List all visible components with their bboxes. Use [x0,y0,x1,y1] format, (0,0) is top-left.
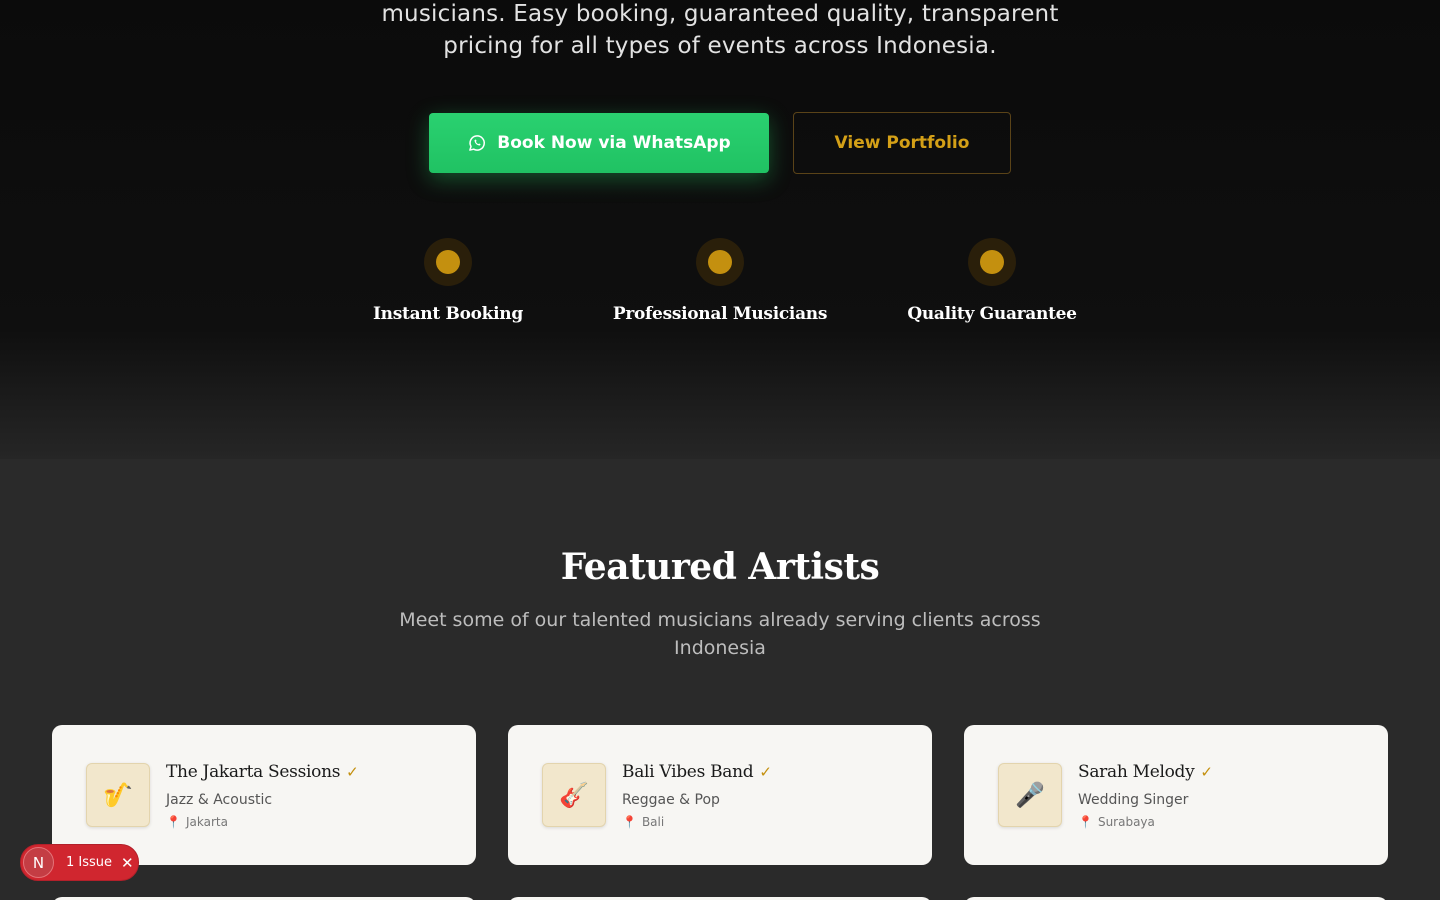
book-whatsapp-button[interactable]: Book Now via WhatsApp [429,113,769,173]
saxophone-icon: 🎷 [86,763,150,827]
artist-name: Bali Vibes Band [622,762,754,782]
feature-icon [424,238,472,286]
microphone-icon: 🎤 [998,763,1062,827]
verified-icon: ✓ [346,763,359,781]
feature-title: Professional Musicians [612,304,828,324]
whatsapp-icon [467,133,487,153]
featured-artists-title: Featured Artists [560,546,880,588]
close-icon[interactable]: ✕ [121,854,134,872]
hero-description: musicians. Easy booking, guaranteed qual… [381,1,1059,59]
artist-name-row: Sarah Melody ✓ [1078,762,1213,782]
feature-title: Quality Guarantee [907,304,1077,324]
location-pin-icon: 📍 [622,815,637,829]
artist-location: 📍 Jakarta [166,815,228,829]
view-portfolio-button[interactable]: View Portfolio [793,112,1011,174]
artist-location-label: Surabaya [1097,815,1155,829]
artist-location: 📍 Surabaya [1078,815,1155,829]
artist-location-label: Jakarta [185,815,228,829]
dev-issues-badge[interactable]: N 1 Issue ✕ [20,844,139,881]
feature-icon [696,238,744,286]
artist-name-row: Bali Vibes Band ✓ [622,762,772,782]
artist-card[interactable]: 🎸 Bali Vibes Band ✓ Reggae & Pop 📍 Bali [508,725,932,865]
featured-artists-subtitle: Meet some of our talented musicians alre… [399,609,1041,659]
guitar-icon: 🎸 [542,763,606,827]
artist-card[interactable]: 🎤 Sarah Melody ✓ Wedding Singer 📍 Surabay… [964,725,1388,865]
location-pin-icon: 📍 [166,815,181,829]
artist-name-row: The Jakarta Sessions ✓ [166,762,359,782]
feature-instant-booking: Instant Booking [318,238,578,324]
artist-name: Sarah Melody [1078,762,1195,782]
book-whatsapp-label: Book Now via WhatsApp [497,133,731,153]
issues-count[interactable]: 1 Issue [66,855,112,870]
artist-location-label: Bali [641,815,665,829]
feature-professional-musicians: Professional Musicians [590,238,850,324]
artist-genre: Jazz & Acoustic [166,792,273,808]
feature-title: Instant Booking [373,304,523,324]
verified-icon: ✓ [759,763,772,781]
artist-genre: Reggae & Pop [622,792,720,808]
nextjs-logo-icon[interactable]: N [23,847,54,878]
artist-name: The Jakarta Sessions [166,762,341,782]
artist-location: 📍 Bali [622,815,664,829]
artist-genre: Wedding Singer [1078,792,1189,808]
feature-quality-guarantee: Quality Guarantee [862,238,1122,324]
hero-section: musicians. Easy booking, guaranteed qual… [0,0,1440,459]
location-pin-icon: 📍 [1078,815,1093,829]
verified-icon: ✓ [1200,763,1213,781]
feature-icon [968,238,1016,286]
